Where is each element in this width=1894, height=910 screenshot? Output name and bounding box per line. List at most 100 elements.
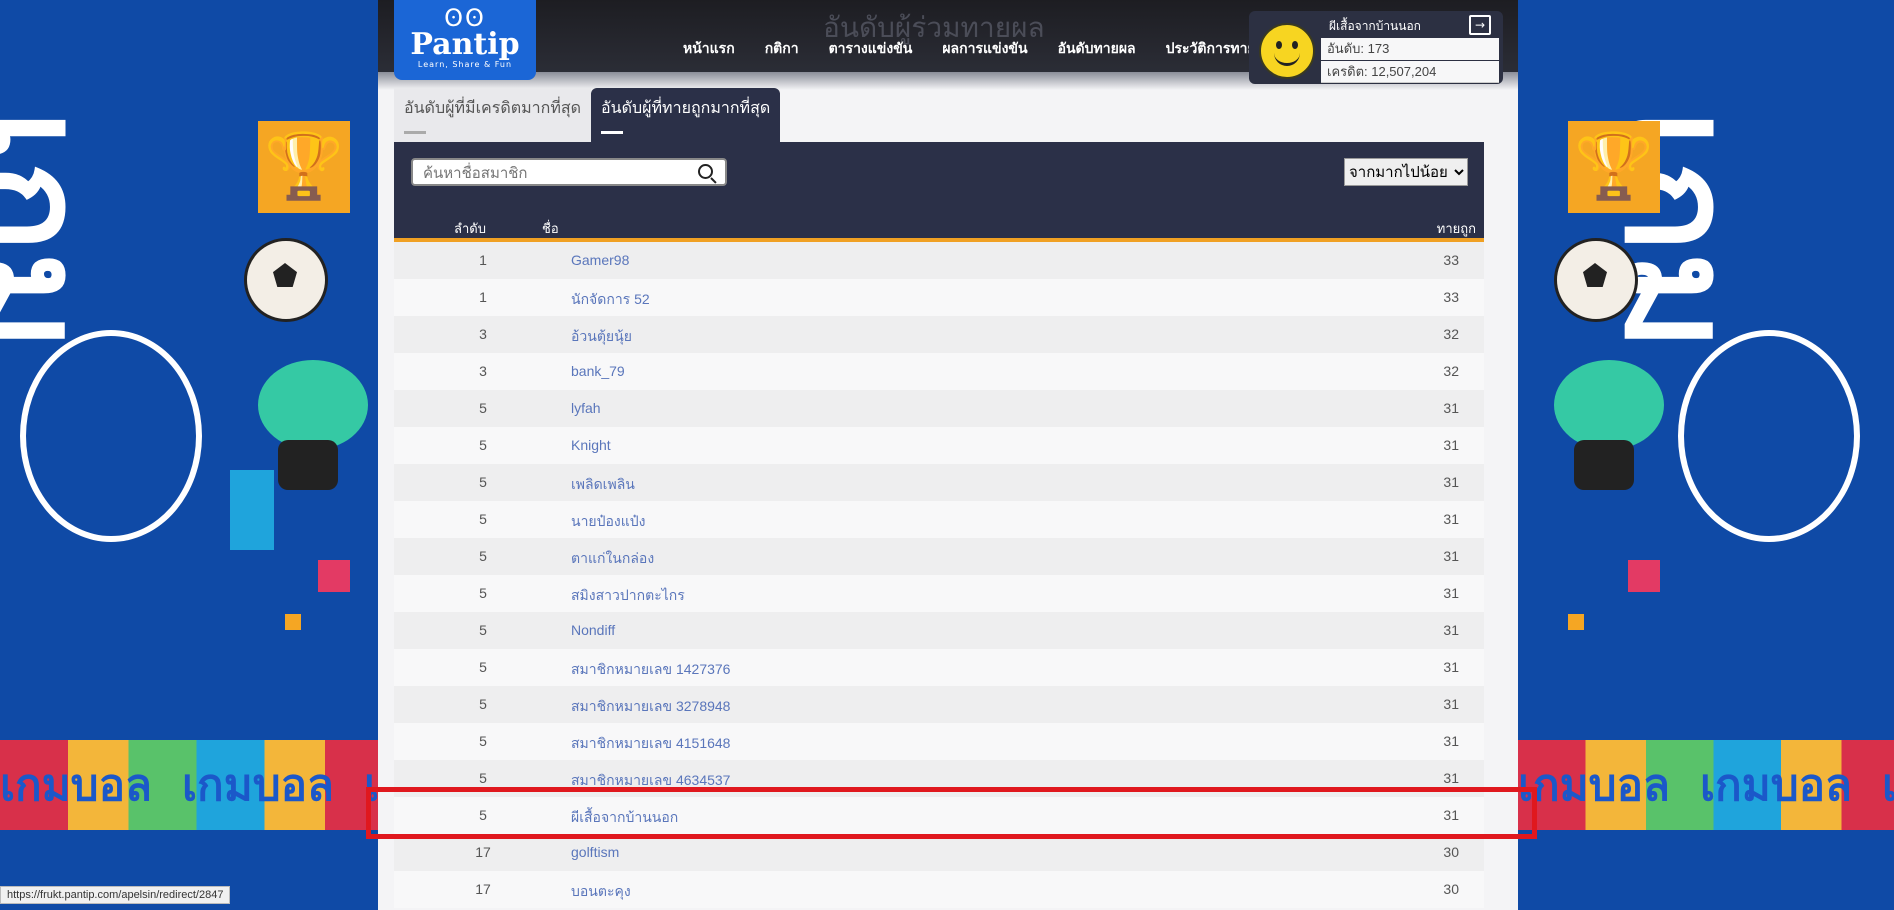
table-row: 17 บอนตะคุง 30 [394, 871, 1484, 908]
rank-cell: 5 [479, 733, 487, 749]
table-row: 5 นายป๋องแป๋ง 31 [394, 501, 1484, 538]
rank-cell: 5 [479, 622, 487, 638]
logo-word: Pantip [410, 27, 520, 62]
correct-count-cell: 31 [1443, 511, 1459, 527]
banner-strip-text: เกมบอล [1882, 760, 1894, 811]
rank-cell: 5 [479, 770, 487, 786]
table-row: 17 golftism 30 [394, 834, 1484, 871]
member-name-link[interactable]: บอนตะคุง [571, 881, 631, 903]
user-rank: อันดับ: 173 [1321, 38, 1499, 60]
rank-cell: 3 [479, 326, 487, 342]
header-correct: ทายถูก [1436, 221, 1476, 236]
rank-cell: 3 [479, 363, 487, 379]
decor-square [1568, 614, 1584, 630]
rank-cell: 1 [479, 289, 487, 305]
highlight-box [366, 787, 1537, 839]
decor-square [318, 560, 350, 592]
table-row: 1 นักจัดการ 52 33 [394, 279, 1484, 316]
rank-cell: 5 [479, 696, 487, 712]
correct-count-cell: 30 [1443, 844, 1459, 860]
nav-rules[interactable]: กติกา [750, 38, 814, 60]
right-ad-banner[interactable]: เกมบอล 🏆 เกมบอล เกมบอล เกมบอล [1518, 0, 1894, 910]
member-name-link[interactable]: นายป๋องแป๋ง [571, 511, 646, 533]
member-name-link[interactable]: Nondiff [571, 622, 615, 638]
member-name-link[interactable]: golftism [571, 844, 619, 860]
tab-label: อันดับผู้ที่ทายถูกมากที่สุด [601, 100, 771, 117]
rank-cell: 5 [479, 659, 487, 675]
table-row: 5 สมาชิกหมายเลข 4151648 31 [394, 723, 1484, 760]
correct-count-cell: 31 [1443, 437, 1459, 453]
table-row: 5 สมิงสาวปากตะไกร 31 [394, 575, 1484, 612]
banner-strip: เกมบอล เกมบอล เกมบอล [1518, 740, 1894, 830]
correct-count-cell: 32 [1443, 326, 1459, 342]
pantip-logo[interactable]: ʘʘ Pantip Learn, Share & Fun [394, 0, 536, 80]
search-input[interactable] [421, 160, 695, 186]
rank-cell: 5 [479, 585, 487, 601]
correct-count-cell: 31 [1443, 548, 1459, 564]
nav-schedule[interactable]: ตารางแข่งขัน [814, 38, 928, 60]
left-ad-banner[interactable]: เกมบอล 🏆 เกมบอลเกมบอลเกมบอล [0, 0, 378, 910]
user-card: ผีเสื้อจากบ้านนอก → อันดับ: 173 เครดิต: … [1249, 11, 1503, 84]
correct-count-cell: 31 [1443, 585, 1459, 601]
member-name-link[interactable]: Gamer98 [571, 252, 629, 268]
member-name-link[interactable]: สมาชิกหมายเลข 1427376 [571, 659, 730, 681]
correct-count-cell: 33 [1443, 289, 1459, 305]
member-name-link[interactable]: เพลิดเพลิน [571, 474, 635, 496]
member-name-link[interactable]: bank_79 [571, 363, 625, 379]
member-name-link[interactable]: นักจัดการ 52 [571, 289, 650, 311]
member-name-link[interactable]: Knight [571, 437, 611, 453]
decor-square [230, 470, 274, 550]
member-name-link[interactable]: อ้วนตุ้ยนุ้ย [571, 326, 632, 348]
banner-strip-text: เกมบอล [1518, 760, 1671, 811]
correct-count-cell: 32 [1443, 363, 1459, 379]
logout-icon[interactable]: → [1469, 15, 1491, 35]
table-row: 3 bank_79 32 [394, 353, 1484, 390]
soccer-ball-icon [1554, 238, 1638, 322]
banner-strip-text: เกมบอล [1700, 760, 1853, 811]
table-row: 5 สมาชิกหมายเลข 3278948 31 [394, 686, 1484, 723]
nav-home[interactable]: หน้าแรก [668, 38, 750, 60]
soccer-ball-icon [244, 238, 328, 322]
sort-select[interactable]: จากมากไปน้อย [1344, 158, 1468, 186]
banner-strip: เกมบอลเกมบอลเกมบอล [0, 740, 378, 830]
status-bar-url: https://frukt.pantip.com/apelsin/redirec… [0, 886, 231, 904]
table-row: 5 เพลิดเพลิน 31 [394, 464, 1484, 501]
tab-correct-ranking[interactable]: อันดับผู้ที่ทายถูกมากที่สุด [591, 88, 781, 142]
banner-circle [20, 330, 202, 542]
nav-ranking[interactable]: อันดับทายผล [1043, 38, 1151, 60]
rank-cell: 5 [479, 474, 487, 490]
avatar-smiley-icon[interactable] [1259, 23, 1315, 79]
correct-count-cell: 30 [1443, 881, 1459, 897]
rank-cell: 5 [479, 437, 487, 453]
table-row: 5 Knight 31 [394, 427, 1484, 464]
nav-results[interactable]: ผลการแข่งขัน [927, 38, 1042, 60]
rank-cell: 5 [479, 400, 487, 416]
header-rank: ลำดับ [454, 221, 486, 236]
correct-count-cell: 33 [1443, 252, 1459, 268]
table-row: 5 lyfah 31 [394, 390, 1484, 427]
correct-count-cell: 31 [1443, 622, 1459, 638]
tab-indicator [601, 131, 624, 134]
member-name-link[interactable]: ตาแก่ในกล่อง [571, 548, 654, 570]
member-name-link[interactable]: lyfah [571, 400, 601, 416]
member-name-link[interactable]: สมิงสาวปากตะไกร [571, 585, 685, 607]
rank-cell: 1 [479, 252, 487, 268]
table-row: 5 ตาแก่ในกล่อง 31 [394, 538, 1484, 575]
user-credit: เครดิต: 12,507,204 [1321, 61, 1499, 83]
table-row: 5 สมาชิกหมายเลข 1427376 31 [394, 649, 1484, 686]
trophy-icon: 🏆 [258, 121, 350, 213]
rank-cell: 5 [479, 548, 487, 564]
member-name-link[interactable]: สมาชิกหมายเลข 3278948 [571, 696, 730, 718]
member-name-link[interactable]: สมาชิกหมายเลข 4151648 [571, 733, 730, 755]
table-toolbar: จากมากไปน้อย ลำดับ ชื่อ ทายถูก [394, 142, 1484, 242]
trophy-icon: 🏆 [1568, 121, 1660, 213]
header-name: ชื่อ [542, 221, 559, 236]
correct-count-cell: 31 [1443, 733, 1459, 749]
banner-strip-text: เกมบอล [182, 760, 335, 811]
tab-credit-ranking[interactable]: อันดับผู้ที่มีเครดิตมากที่สุด [394, 88, 592, 142]
search-icon[interactable] [698, 164, 713, 179]
ranking-tabs: อันดับผู้ที่มีเครดิตมากที่สุด อันดับผู้ท… [394, 88, 781, 142]
tab-label: อันดับผู้ที่มีเครดิตมากที่สุด [404, 100, 582, 117]
rank-cell: 17 [475, 881, 491, 897]
correct-count-cell: 31 [1443, 400, 1459, 416]
